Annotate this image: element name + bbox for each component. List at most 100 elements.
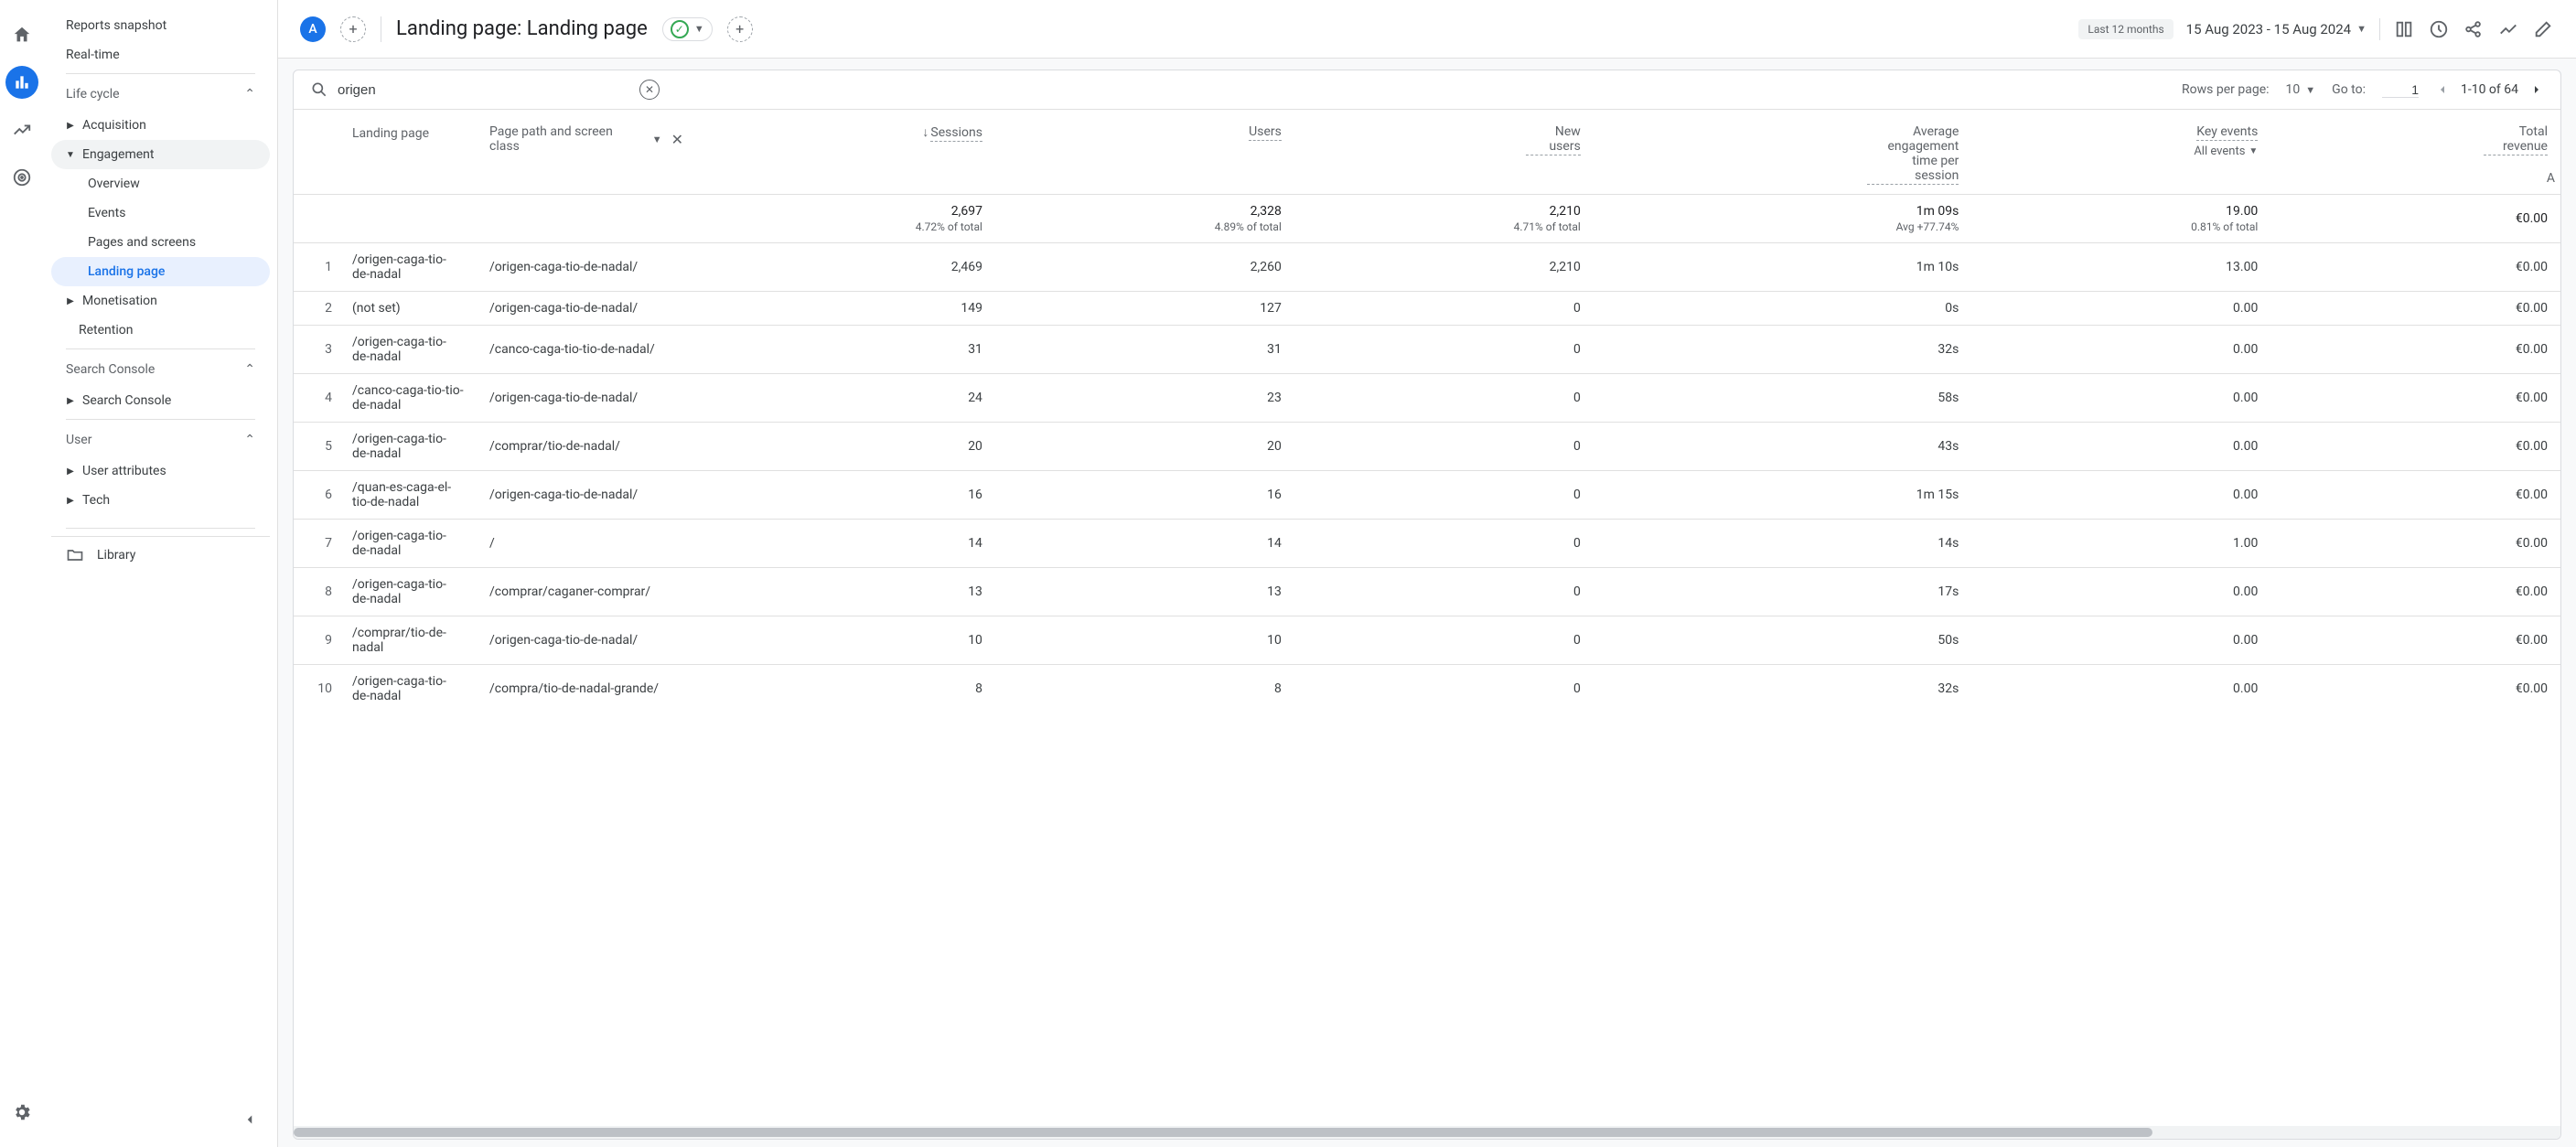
next-page-button[interactable] [2529,82,2544,97]
label: Pages and screens [88,235,196,250]
sidebar-item-engagement[interactable]: Engagement [51,140,270,169]
data-table: Landing page Page path and screen class … [294,110,2560,713]
section-life-cycle[interactable]: Life cycle ⌃ [51,78,270,111]
horizontal-scrollbar[interactable] [294,1126,2560,1139]
sidebar-item-reports-snapshot[interactable]: Reports snapshot [51,11,270,40]
goto-input[interactable] [2382,82,2419,98]
landing-page-cell: /origen-caga-tio-de-nadal [339,326,477,374]
add-comparison-button[interactable]: + [727,16,753,42]
revenue-cell: €0.00 [2270,326,2560,374]
col-landing-page[interactable]: Landing page [339,110,477,195]
search-input[interactable] [338,82,630,98]
compare-icon[interactable] [2393,18,2415,40]
label: Engagement [82,147,154,162]
share-icon[interactable] [2463,18,2485,40]
page-path-cell: /origen-caga-tio-de-nadal/ [477,374,696,423]
table-scroll[interactable]: Landing page Page path and screen class … [294,110,2560,1126]
users-cell: 127 [995,292,1294,326]
sidebar-item-pages-screens[interactable]: Pages and screens [51,228,270,257]
sidebar-item-monetisation[interactable]: Monetisation [51,286,270,316]
revenue-cell: €0.00 [2270,568,2560,616]
sessions-cell: 16 [696,471,995,520]
table-row[interactable]: 8/origen-caga-tio-de-nadal/comprar/cagan… [294,568,2560,616]
sessions-cell: 10 [696,616,995,665]
page-path-cell: /canco-caga-tio-tio-de-nadal/ [477,326,696,374]
sidebar-item-realtime[interactable]: Real-time [51,40,270,70]
sidebar-item-search-console[interactable]: Search Console [51,386,270,415]
col-total-revenue[interactable]: Total revenue [2270,110,2560,195]
explore-icon[interactable] [5,113,38,146]
insights-icon[interactable] [2428,18,2450,40]
edit-icon[interactable] [2532,18,2554,40]
row-index: 4 [294,374,339,423]
settings-icon[interactable] [5,1096,38,1129]
key-events-cell: 0.00 [1971,292,2270,326]
revenue-cell: €0.00 [2270,292,2560,326]
col-new-users[interactable]: New users [1294,110,1594,195]
table-row[interactable]: 2(not set)/origen-caga-tio-de-nadal/1491… [294,292,2560,326]
advertising-icon[interactable] [5,161,38,194]
col-key-events[interactable]: Key events All events ▼ [1971,110,2270,195]
avatar-letter: A [308,22,317,37]
col-avg-engagement[interactable]: Average engagement time per session [1594,110,1972,195]
key-events-filter-dropdown[interactable]: All events ▼ [1984,145,2258,158]
avg-cell: 32s [1594,326,1972,374]
table-row[interactable]: 1/origen-caga-tio-de-nadal/origen-caga-t… [294,243,2560,292]
secondary-dimension-dropdown[interactable]: Page path and screen class ▼ ✕ [489,124,683,154]
prev-page-button[interactable] [2435,82,2450,97]
table-row[interactable]: 5/origen-caga-tio-de-nadal/comprar/tio-d… [294,423,2560,471]
table-row[interactable]: 7/origen-caga-tio-de-nadal/1414014s1.00€… [294,520,2560,568]
sidebar-item-events[interactable]: Events [51,198,270,228]
remove-secondary-dim-button[interactable]: ✕ [671,131,683,148]
triangle-icon [66,466,75,477]
sidebar-item-retention[interactable]: Retention [51,316,270,345]
sidebar-collapse-button[interactable] [233,1103,266,1136]
add-segment-button[interactable]: + [340,16,366,42]
clear-search-button[interactable]: ✕ [639,80,660,100]
segment-badge[interactable]: A [300,16,326,42]
col-users[interactable]: Users [995,110,1294,195]
table-toolbar: ✕ Rows per page: 10 ▼ Go to: [294,70,2560,110]
new-users-cell: 0 [1294,568,1594,616]
totals-row: 2,6974.72% of total 2,3284.89% of total … [294,195,2560,243]
col-sessions[interactable]: ↓Sessions [696,110,995,195]
section-search-console[interactable]: Search Console ⌃ [51,353,270,386]
label: Events [88,206,125,220]
rows-per-page-dropdown[interactable]: 10 ▼ [2286,82,2316,97]
trend-icon[interactable] [2497,18,2519,40]
new-users-cell: 0 [1294,292,1594,326]
triangle-icon [66,296,75,306]
sidebar-item-landing-page[interactable]: Landing page [51,257,270,286]
sidebar-item-overview[interactable]: Overview [51,169,270,198]
key-events-cell: 13.00 [1971,243,2270,292]
reports-icon[interactable] [5,66,38,99]
section-user[interactable]: User ⌃ [51,423,270,456]
page-path-cell: /origen-caga-tio-de-nadal/ [477,292,696,326]
new-users-cell: 0 [1294,374,1594,423]
sidebar-item-library[interactable]: Library [51,536,270,574]
users-cell: 14 [995,520,1294,568]
revenue-cell: €0.00 [2270,665,2560,713]
table-row[interactable]: 6/quan-es-caga-el-tio-de-nadal/origen-ca… [294,471,2560,520]
table-row[interactable]: 3/origen-caga-tio-de-nadal/canco-caga-ti… [294,326,2560,374]
revenue-cell: €0.00 [2270,423,2560,471]
label: Overview [88,177,140,191]
table-row[interactable]: 4/canco-caga-tio-tio-de-nadal/origen-cag… [294,374,2560,423]
sessions-cell: 31 [696,326,995,374]
landing-page-cell: /comprar/tio-de-nadal [339,616,477,665]
sidebar-item-acquisition[interactable]: Acquisition [51,111,270,140]
table-row[interactable]: 10/origen-caga-tio-de-nadal/compra/tio-d… [294,665,2560,713]
avg-cell: 17s [1594,568,1972,616]
avg-cell: 14s [1594,520,1972,568]
label: Monetisation [82,294,157,308]
home-icon[interactable] [5,18,38,51]
report-card: A ✕ Rows per page: 10 ▼ [293,70,2561,1140]
label: User [66,433,91,447]
landing-page-cell: /origen-caga-tio-de-nadal [339,568,477,616]
date-range-picker[interactable]: 15 Aug 2023 - 15 Aug 2024 ▼ [2186,21,2367,38]
status-pill[interactable]: ✓ ▼ [662,17,713,41]
sidebar-item-user-attributes[interactable]: User attributes [51,456,270,486]
revenue-cell: €0.00 [2270,243,2560,292]
table-row[interactable]: 9/comprar/tio-de-nadal/origen-caga-tio-d… [294,616,2560,665]
sidebar-item-tech[interactable]: Tech [51,486,270,515]
